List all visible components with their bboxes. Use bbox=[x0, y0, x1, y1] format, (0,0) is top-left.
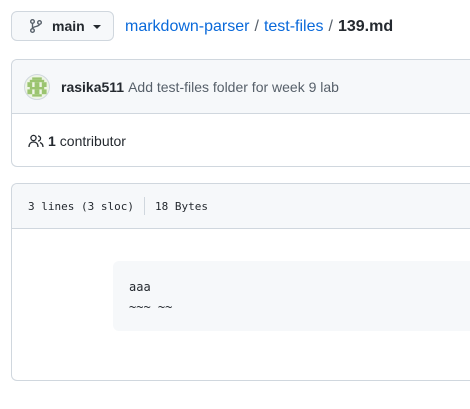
file-content-box: 3 lines (3 sloc) 18 Bytes aaa ~~~ ~~ bbox=[11, 183, 470, 381]
commit-author-link[interactable]: rasika511 bbox=[61, 79, 124, 95]
file-view-page: main markdown-parser/test-files/139.md bbox=[0, 0, 470, 409]
latest-commit-header: rasika511 Add test-files folder for week… bbox=[12, 60, 470, 114]
file-line-count: 3 lines (3 sloc) bbox=[28, 199, 134, 213]
code-line: aaa bbox=[129, 280, 151, 294]
branch-selector-button[interactable]: main bbox=[11, 11, 114, 41]
git-branch-icon bbox=[28, 18, 44, 34]
commit-message-link[interactable]: Add test-files folder for week 9 lab bbox=[128, 79, 339, 95]
breadcrumb-repo-link[interactable]: markdown-parser bbox=[125, 18, 249, 35]
breadcrumb-current-file: 139.md bbox=[337, 18, 394, 35]
contributor-label: contributor bbox=[59, 132, 126, 149]
breadcrumb-separator: / bbox=[328, 18, 333, 35]
people-icon bbox=[28, 133, 44, 149]
file-info-divider bbox=[143, 197, 145, 215]
contributor-count: 1 bbox=[48, 132, 56, 149]
file-size: 18 Bytes bbox=[154, 199, 208, 213]
branch-name: main bbox=[52, 18, 85, 34]
breadcrumb: markdown-parser / test-files/139.md bbox=[125, 16, 393, 38]
chevron-down-icon bbox=[92, 25, 101, 29]
breadcrumb-folder-link[interactable]: test-files bbox=[264, 18, 324, 35]
code-line: ~~~ ~~ bbox=[129, 300, 173, 314]
file-info-header: 3 lines (3 sloc) 18 Bytes bbox=[12, 184, 470, 229]
breadcrumb-separator: / bbox=[254, 18, 259, 35]
latest-commit-box: rasika511 Add test-files folder for week… bbox=[11, 59, 470, 167]
identicon-avatar[interactable] bbox=[24, 73, 50, 100]
rendered-code-block: aaa ~~~ ~~ bbox=[113, 261, 470, 331]
contributors-row[interactable]: 1 contributor bbox=[12, 114, 470, 167]
